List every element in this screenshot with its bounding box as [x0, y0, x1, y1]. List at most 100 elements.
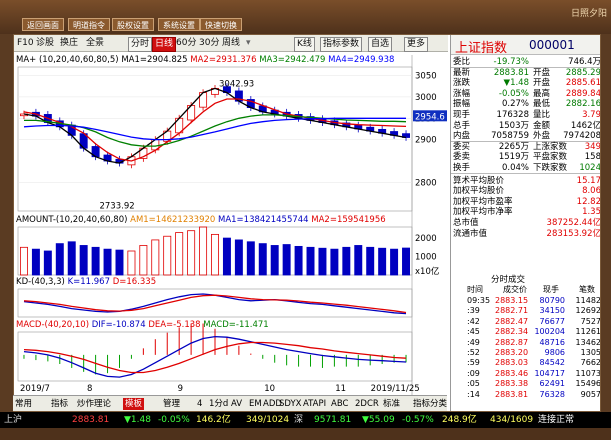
nav-item[interactable]: 标准 — [383, 398, 400, 410]
nav-item[interactable]: 指标 — [51, 398, 68, 410]
quote-label: 最高 — [533, 88, 551, 99]
tick-row: :05 2883.38 62491 15496 — [467, 379, 600, 389]
date-tick-label: 9 — [178, 384, 183, 394]
status-pct-2: -0.57% — [402, 415, 434, 425]
volume-bar — [318, 247, 327, 276]
tick-price: 2883.46 — [495, 368, 529, 378]
index-name[interactable]: 上证指数 — [455, 37, 507, 56]
tick-vol: 80790 — [539, 296, 565, 305]
high-marker: 3042.93 — [219, 80, 254, 90]
price-tick-label: 3000 — [415, 93, 437, 103]
quote-label: 委买 — [453, 141, 471, 152]
nav-item[interactable]: 2DCR — [355, 398, 379, 410]
tick-time: :52 — [467, 348, 480, 357]
quote-label: 涨幅 — [453, 88, 471, 99]
tick-row: :09 2883.46 104717 11073 — [467, 368, 600, 379]
kd-prefix: KD-(40,3,3) — [16, 277, 65, 287]
quote-label: 振幅 — [453, 99, 471, 110]
volume-bar — [282, 244, 291, 276]
stat-value: 8.06 — [582, 186, 601, 197]
tick-price: 2882.71 — [495, 306, 529, 316]
nav-item[interactable]: 常用 — [15, 398, 32, 410]
quote-row: 委卖 1519万 平盘家数 158 — [451, 152, 601, 163]
nav-item[interactable]: 模板 — [123, 398, 145, 410]
price-tick-label: 3050 — [415, 72, 437, 82]
tick-row: :42 2882.47 76677 7527 — [467, 316, 600, 327]
nav-item[interactable]: ATAPI — [303, 398, 326, 410]
volume-bar — [187, 230, 196, 276]
stat-value: 387252.44亿 — [546, 218, 601, 228]
nav-item[interactable]: 炒作理论 — [77, 398, 111, 410]
quote-row: 委买 2265万 上涨家数 349 — [451, 141, 600, 153]
volume-bar — [378, 247, 387, 276]
quote-label: 金额 — [533, 120, 551, 131]
nav-item[interactable]: SDYX — [279, 398, 302, 410]
tick-count: 9057 — [580, 389, 601, 399]
quote-value: 158 — [584, 152, 601, 163]
back-button[interactable]: 返回画面 — [22, 18, 64, 31]
macd-prefix: MACD-(40,20,10) — [16, 320, 90, 330]
quote-label: 委卖 — [453, 152, 471, 163]
date-tick-label: 11 — [335, 384, 346, 394]
tick-time: :39 — [467, 306, 480, 316]
tick-time: :45 — [467, 327, 480, 337]
current-price-label: 2954.6 — [415, 112, 445, 122]
tick-count: 11261 — [575, 327, 601, 337]
tick-count: 7662 — [580, 358, 601, 368]
tick-price: 2882.87 — [495, 337, 529, 347]
tick-vol: 76328 — [539, 389, 565, 399]
kd-line-k — [23, 293, 407, 315]
quote-label: 开盘 — [533, 67, 551, 78]
equity-settings-button[interactable]: 股权设置 — [112, 18, 154, 31]
bottom-strip — [0, 428, 611, 440]
nav-item[interactable]: 管理 — [163, 398, 180, 410]
tick-price: 2883.38 — [495, 379, 529, 389]
status-pct: -0.05% — [158, 415, 190, 425]
stat-label: 总市值 — [453, 218, 479, 228]
quick-switch-button[interactable]: 快速切换 — [200, 18, 242, 31]
quote-row: 振幅 0.27% 最低 2882.16 — [451, 99, 601, 110]
nav-item[interactable]: ABC — [331, 398, 348, 410]
quote-value: 2885.29 — [565, 67, 601, 78]
quote-value: 2889.84 — [565, 88, 601, 99]
tick-header-price: 成交价 — [503, 285, 527, 294]
quote-label: 现手 — [453, 110, 471, 120]
tick-vol: 76677 — [539, 316, 565, 326]
volume-bar — [43, 250, 52, 276]
nav-item[interactable]: 1分d — [209, 398, 228, 410]
stat-row: 流通市值 283153.92亿 — [451, 229, 600, 240]
quote-value: 2882.16 — [565, 99, 601, 110]
status-ratio-2: 434/1609 — [490, 415, 534, 425]
status-amount: 146.2亿 — [196, 415, 231, 425]
quote-value: 0.27% — [501, 99, 529, 110]
nav-item[interactable]: AV — [231, 398, 242, 410]
nav-item[interactable]: 4 — [197, 398, 202, 410]
amount-tick-label: 2000 — [415, 234, 437, 244]
tick-count: 1305 — [580, 348, 601, 357]
command-button[interactable]: 明道指令 — [68, 18, 110, 31]
volume-bar — [55, 243, 64, 276]
quote-label: 开盘 — [533, 78, 551, 89]
system-settings-button[interactable]: 系统设置 — [158, 18, 200, 31]
status-index-2: 9571.81 — [314, 415, 352, 425]
quote-row: 涨跌 ▼1.48 开盘 2885.61 — [451, 78, 600, 89]
quote-row: 涨幅 -0.05% 最高 2889.84 — [451, 88, 601, 100]
quote-row: 最新 2883.81 开盘 2885.29 — [451, 67, 601, 79]
kd-legend: KD-(40,3,3) K=11.967 D=16.335 — [16, 277, 156, 288]
d-value: D=16.335 — [112, 277, 157, 287]
stat-row: 算术平均股价 15.17 — [451, 175, 601, 187]
quote-row: 总手 1503万 金额 1462亿 — [451, 120, 601, 132]
quote-value: 1462亿 — [570, 120, 601, 131]
nav-item[interactable]: 指标分类 — [413, 398, 447, 410]
volume-bar — [330, 248, 339, 276]
volume-bar — [211, 233, 219, 276]
tick-time: :42 — [467, 316, 480, 326]
volume-bar — [127, 250, 136, 276]
nav-item[interactable]: EM — [249, 398, 262, 410]
tick-price: 2883.03 — [495, 358, 529, 368]
stat-row: 加权平均市盈率 12.82 — [451, 197, 600, 208]
tick-row: :49 2882.87 48716 13462 — [467, 337, 600, 348]
stat-value: 15.17 — [576, 175, 601, 186]
tick-time: :59 — [467, 358, 480, 368]
volume-bar — [246, 241, 255, 276]
